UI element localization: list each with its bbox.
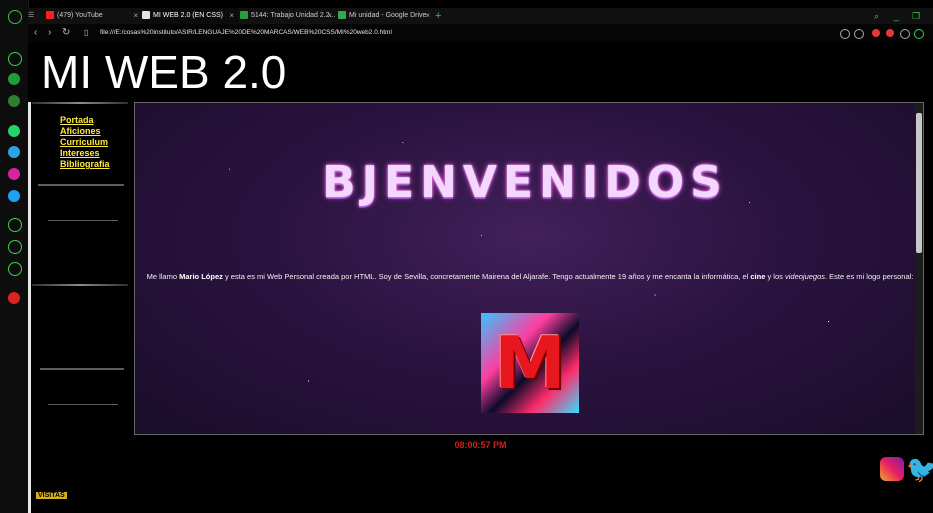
web-page: MI WEB 2.0 Portada Aficiones Curriculum … xyxy=(28,42,933,513)
nav-link-intereses[interactable]: Intereses xyxy=(60,148,110,159)
intro-text: y los xyxy=(765,272,785,281)
settings-icon[interactable] xyxy=(8,262,22,276)
tab-label: 5144: Trabajo Unidad 2.2... xyxy=(251,12,336,19)
instagram-icon[interactable] xyxy=(8,168,20,180)
glitch-streak xyxy=(32,102,128,104)
close-tab-icon[interactable]: × xyxy=(133,8,138,24)
tab-menu-icon[interactable]: ☰ xyxy=(28,8,46,24)
reload-icon[interactable]: ↻ xyxy=(62,26,70,40)
whatsapp-icon[interactable] xyxy=(8,125,20,137)
intro-cine: cine xyxy=(750,272,766,281)
tab-label: Mi unidad - Google Drive xyxy=(349,12,427,19)
twitter-icon[interactable]: 🐦 xyxy=(906,456,933,482)
logo-letter: M xyxy=(494,321,566,405)
scrollbar-thumb[interactable] xyxy=(916,113,922,253)
messenger-icon[interactable] xyxy=(8,95,20,107)
url-field[interactable]: file:///E:/cosas%20instituto/ASIR/LENGUA… xyxy=(100,26,392,40)
tab-youtube[interactable]: (479) YouTube × xyxy=(46,8,142,24)
restore-icon[interactable]: ❐ xyxy=(912,8,920,24)
adblock-icon[interactable] xyxy=(872,29,880,37)
plus-icon[interactable]: + xyxy=(435,8,441,24)
glitch-streak xyxy=(48,404,118,405)
glitch-streak xyxy=(48,220,118,221)
minimize-icon[interactable]: _ xyxy=(894,8,899,24)
glitch-streak xyxy=(40,368,124,370)
classroom-favicon-icon xyxy=(240,11,248,20)
intro-text: Me llamo xyxy=(146,272,180,281)
search-tabs-icon[interactable]: ⌕ xyxy=(874,8,879,24)
intro-name: Mario López xyxy=(179,272,223,281)
personal-logo: M xyxy=(481,313,579,413)
close-tab-icon[interactable]: × xyxy=(425,8,430,24)
intro-games: videojuegos xyxy=(784,272,826,281)
record-icon[interactable] xyxy=(8,292,20,304)
camera-icon[interactable] xyxy=(840,29,850,39)
tab-label: MI WEB 2.0 (EN CSS) xyxy=(153,12,224,19)
intro-paragraph: Me llamo Mario López y esta es mi Web Pe… xyxy=(141,271,919,282)
extensions-cube-icon[interactable] xyxy=(900,29,910,39)
nav-link-aficiones[interactable]: Aficiones xyxy=(60,126,110,137)
nav-menu: Portada Aficiones Curriculum Intereses B… xyxy=(60,115,110,170)
speed-dial-icon[interactable] xyxy=(8,52,22,66)
close-tab-icon[interactable]: × xyxy=(229,8,234,24)
tab-trabajo[interactable]: 5144: Trabajo Unidad 2.2... × xyxy=(240,8,336,24)
extension-red-icon[interactable] xyxy=(886,29,894,37)
back-icon[interactable]: ‹ xyxy=(34,26,37,40)
youtube-favicon-icon xyxy=(46,11,54,20)
scrollbar[interactable] xyxy=(915,103,923,434)
tab-mi-web[interactable]: MI WEB 2.0 (EN CSS) × xyxy=(142,8,238,25)
nav-link-curriculum[interactable]: Curriculum xyxy=(60,137,110,148)
visit-counter-badge: VISITAS xyxy=(36,492,67,499)
browser-sidebar xyxy=(0,0,29,513)
glitch-streak xyxy=(38,184,124,186)
tab-drive[interactable]: Mi unidad - Google Drive × xyxy=(338,8,434,24)
page-title: MI WEB 2.0 xyxy=(41,46,287,98)
drive-favicon-icon xyxy=(338,11,346,20)
glitch-streak xyxy=(32,284,128,286)
history-icon[interactable] xyxy=(8,218,22,232)
heart-icon[interactable] xyxy=(854,29,864,39)
clock: 08:00:57 PM xyxy=(454,440,507,450)
extensions-icon[interactable] xyxy=(8,240,22,254)
nav-link-portada[interactable]: Portada xyxy=(60,115,110,126)
content-frame: BJENVENIDOS Me llamo Mario López y esta … xyxy=(134,102,924,435)
twitter-icon[interactable] xyxy=(8,190,20,202)
download-icon[interactable] xyxy=(914,29,924,39)
welcome-heading: BJENVENIDOS xyxy=(322,157,728,208)
bag-icon[interactable] xyxy=(8,73,20,85)
left-divider xyxy=(28,102,31,513)
telegram-icon[interactable] xyxy=(8,146,20,158)
forward-icon[interactable]: › xyxy=(48,26,51,40)
intro-text: . Este es mi logo personal: xyxy=(825,272,914,281)
nav-link-bibliografia[interactable]: Bibliografia xyxy=(60,159,110,170)
file-icon: ▯ xyxy=(84,28,89,37)
page-favicon-icon xyxy=(142,11,150,20)
address-bar: ‹ › ↻ ▯ file:///E:/cosas%20instituto/ASI… xyxy=(28,24,933,43)
close-tab-icon[interactable]: × xyxy=(327,8,332,24)
instagram-icon[interactable] xyxy=(880,457,904,481)
tab-label: (479) YouTube xyxy=(57,12,103,19)
intro-text: y esta es mi Web Personal creada por HTM… xyxy=(222,272,751,281)
tab-strip: ☰ (479) YouTube × MI WEB 2.0 (EN CSS) × 51… xyxy=(28,8,933,25)
opera-menu-icon[interactable] xyxy=(8,10,22,24)
